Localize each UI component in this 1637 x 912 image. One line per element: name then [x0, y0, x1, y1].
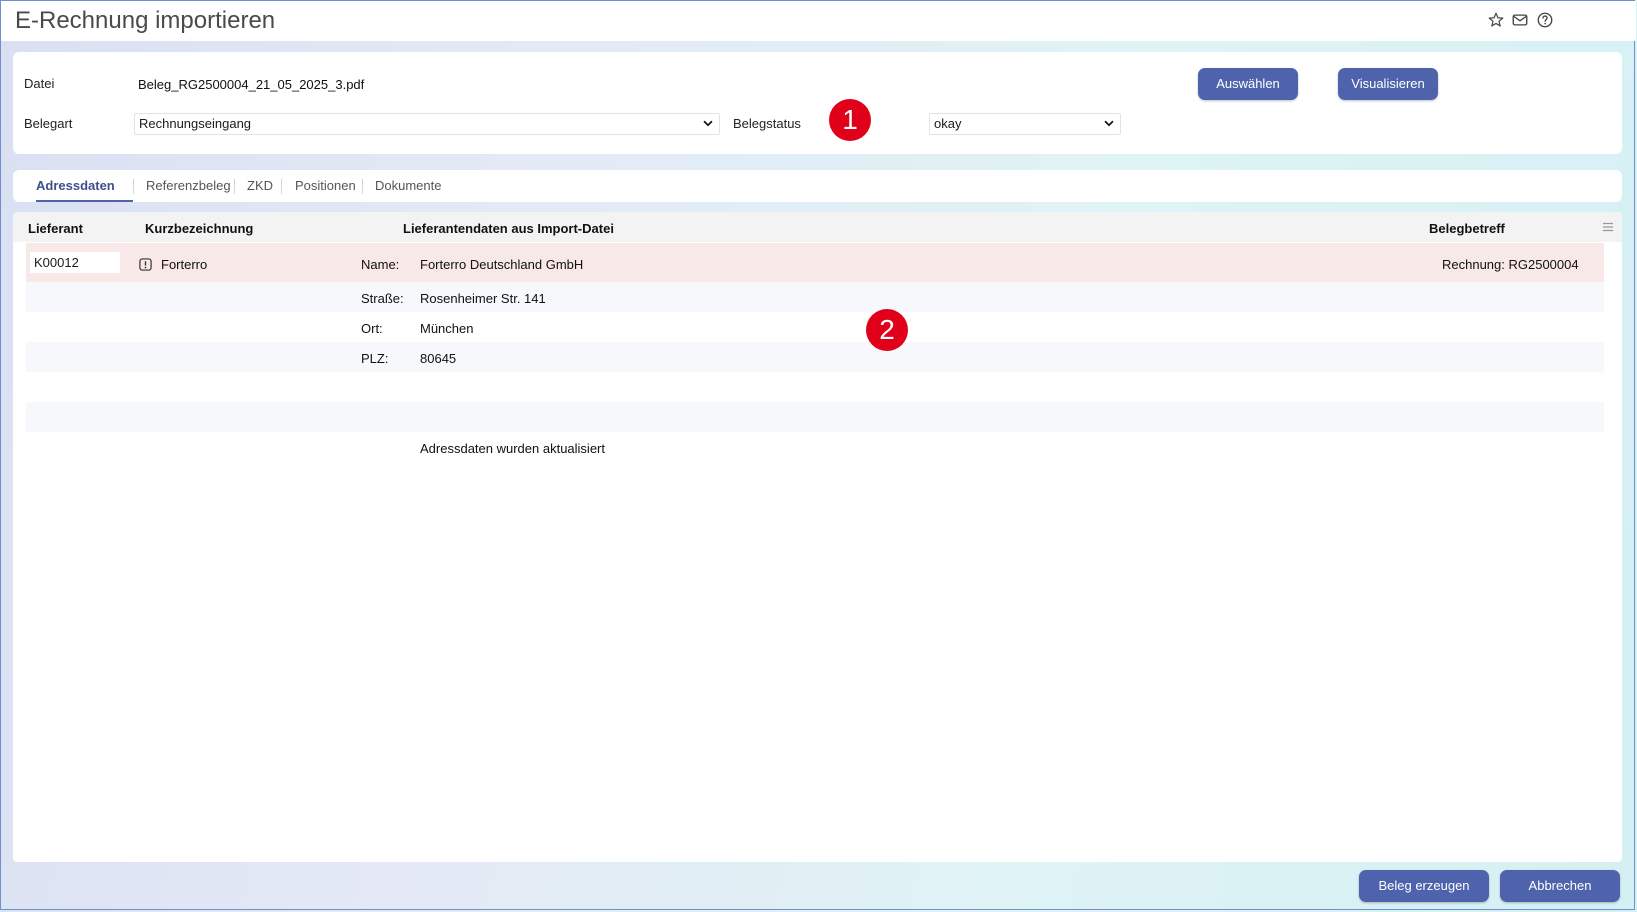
- column-header-kurzbezeichnung[interactable]: Kurzbezeichnung: [145, 221, 253, 236]
- datei-label: Datei: [24, 76, 55, 91]
- tab-bar: Adressdaten Referenzbeleg ZKD Positionen…: [13, 170, 1622, 202]
- tab-referenzbeleg[interactable]: Referenzbeleg: [146, 178, 231, 193]
- belegart-label: Belegart: [24, 116, 73, 131]
- visualisieren-button[interactable]: Visualisieren: [1338, 68, 1438, 100]
- datei-value: Beleg_RG2500004_21_05_2025_3.pdf: [138, 77, 365, 92]
- tab-divider: [133, 179, 134, 194]
- table-row: Ort: München: [26, 312, 1604, 342]
- field-label: Straße:: [361, 291, 404, 306]
- belegart-select-value: Rechnungseingang: [139, 116, 252, 131]
- tab-divider: [281, 179, 282, 194]
- table-row: Straße: Rosenheimer Str. 141: [26, 282, 1604, 312]
- field-value: 80645: [420, 351, 457, 366]
- mail-icon[interactable]: [1511, 11, 1529, 29]
- field-label: Ort:: [361, 321, 383, 336]
- field-value: Forterro Deutschland GmbH: [420, 257, 584, 272]
- marker-badge-2: 2: [866, 309, 908, 351]
- beleg-erzeugen-button[interactable]: Beleg erzeugen: [1359, 870, 1489, 902]
- belegbetreff-value: Rechnung: RG2500004: [1442, 257, 1579, 272]
- belegstatus-select[interactable]: okay: [929, 113, 1121, 135]
- active-tab-indicator: [36, 200, 133, 202]
- tab-divider: [234, 179, 235, 194]
- table-row: [26, 372, 1604, 402]
- kurzbezeichnung-value: Forterro: [161, 257, 208, 272]
- chevron-down-icon: [703, 120, 713, 127]
- star-icon[interactable]: [1487, 11, 1505, 29]
- lieferant-input[interactable]: K00012: [30, 252, 120, 273]
- warning-icon[interactable]: [139, 258, 152, 271]
- belegstatus-select-value: okay: [934, 116, 962, 131]
- tab-zkd[interactable]: ZKD: [247, 178, 273, 193]
- tab-positionen[interactable]: Positionen: [295, 178, 356, 193]
- tab-adressdaten[interactable]: Adressdaten: [36, 178, 115, 193]
- tab-divider: [362, 179, 363, 194]
- column-header-lieferant[interactable]: Lieferant: [28, 221, 83, 236]
- field-label: PLZ:: [361, 351, 389, 366]
- belegstatus-label: Belegstatus: [733, 116, 801, 131]
- abbrechen-button[interactable]: Abbrechen: [1500, 870, 1620, 902]
- header-panel: Datei Beleg_RG2500004_21_05_2025_3.pdf B…: [13, 52, 1622, 154]
- field-value: Rosenheimer Str. 141: [420, 291, 546, 306]
- address-grid: Lieferant Kurzbezeichnung Lieferantendat…: [13, 212, 1622, 862]
- column-header-belegbetreff[interactable]: Belegbetreff: [1429, 221, 1505, 236]
- field-value: München: [420, 321, 474, 336]
- auswaehlen-button[interactable]: Auswählen: [1198, 68, 1298, 100]
- table-row: PLZ: 80645: [26, 342, 1604, 372]
- help-icon[interactable]: [1536, 11, 1554, 29]
- column-header-lieferantendaten[interactable]: Lieferantendaten aus Import-Datei: [403, 221, 614, 236]
- chevron-down-icon: [1104, 120, 1114, 127]
- column-menu-icon[interactable]: [1602, 221, 1614, 233]
- page-title: E-Rechnung importieren: [15, 7, 276, 34]
- grid-header: Lieferant Kurzbezeichnung Lieferantendat…: [13, 212, 1622, 242]
- field-label: Name:: [361, 257, 400, 272]
- marker-badge-1: 1: [829, 99, 871, 141]
- title-bar: E-Rechnung importieren: [1, 1, 1636, 41]
- tab-dokumente[interactable]: Dokumente: [375, 178, 441, 193]
- table-row: K00012 Forterro Name: Forterro Deutschla…: [26, 243, 1604, 282]
- table-row: Adressdaten wurden aktualisiert: [26, 432, 1604, 462]
- status-message: Adressdaten wurden aktualisiert: [420, 441, 605, 456]
- belegart-select[interactable]: Rechnungseingang: [134, 113, 720, 135]
- table-row: [26, 402, 1604, 432]
